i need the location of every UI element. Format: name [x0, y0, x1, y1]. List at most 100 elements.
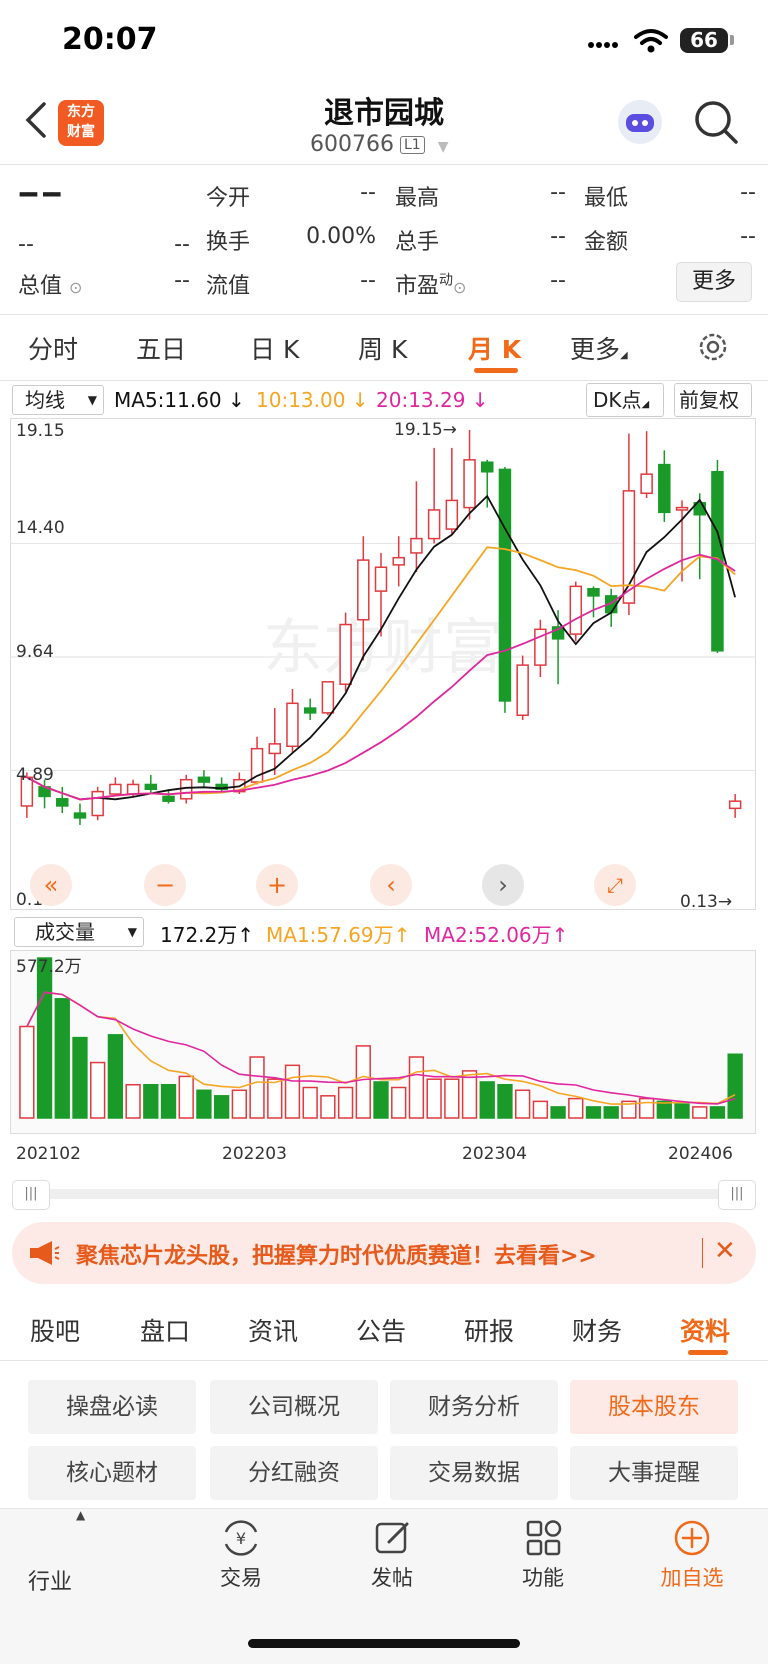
info-icon[interactable]: ⊙ [69, 278, 82, 297]
current-price: -- -- [18, 176, 62, 211]
tab-pankou[interactable]: 盘口 [140, 1312, 190, 1348]
tab-daily-k[interactable]: 日 K [250, 330, 299, 366]
volume-bar [213, 1095, 230, 1119]
label-total-volume: 总手 [395, 230, 440, 255]
tab-five-day[interactable]: 五日 [136, 330, 186, 366]
info-button-financial-analysis[interactable]: 财务分析 [390, 1380, 558, 1434]
label-pe: 市盈动⊙ [395, 272, 467, 299]
indicator-select[interactable]: 均线 ▼ [12, 385, 104, 415]
y-axis-label: 14.40 [16, 518, 65, 538]
candle-body [268, 743, 281, 755]
stock-code-row[interactable]: 600766 L1 ▼ [310, 132, 448, 157]
value-market-cap: -- [174, 268, 190, 293]
toolbar-post[interactable]: 发帖 [342, 1562, 442, 1592]
chevron-right-icon[interactable]: › [482, 864, 524, 906]
rewind-icon[interactable]: « [30, 864, 72, 906]
tab-news[interactable]: 资讯 [248, 1312, 298, 1348]
info-button-company-overview[interactable]: 公司概况 [210, 1380, 378, 1434]
range-slider-right-handle[interactable]: ||| [718, 1180, 756, 1210]
function-grid-icon[interactable] [524, 1518, 564, 1558]
volume-bar [72, 1036, 88, 1119]
candle-body [463, 459, 476, 509]
volume-bar [249, 1056, 265, 1119]
yuan-exchange-icon[interactable]: ¥ [220, 1518, 262, 1558]
candle-body [445, 499, 459, 530]
edit-post-icon[interactable] [373, 1518, 413, 1558]
candle-body [197, 776, 211, 783]
min-price-marker: 0.13→ [680, 892, 733, 912]
volume-bar [284, 1064, 301, 1119]
volume-chart[interactable] [10, 950, 756, 1134]
info-button-trade-data[interactable]: 交易数据 [390, 1446, 558, 1500]
volume-bar [391, 1086, 407, 1119]
volume-indicator-select[interactable]: 成交量 ▼ [14, 917, 144, 947]
max-price-marker: 19.15→ [394, 420, 457, 440]
toolbar-industry[interactable]: 行业 [0, 1564, 100, 1596]
add-watchlist-icon[interactable] [672, 1518, 712, 1558]
value-amount: -- [740, 224, 756, 249]
info-button-shareholders[interactable]: 股本股东 [570, 1380, 738, 1434]
chevron-left-icon[interactable]: ‹ [370, 864, 412, 906]
megaphone-icon [30, 1241, 60, 1265]
volume-bar [497, 1083, 513, 1119]
value-turnover: 0.00% [306, 224, 376, 249]
info-button-dividends[interactable]: 分红融资 [210, 1446, 378, 1500]
tab-finance[interactable]: 财务 [572, 1312, 622, 1348]
corner-triangle-icon: ◢ [620, 350, 628, 361]
x-axis-label: 202406 [668, 1144, 733, 1164]
volume-bar [196, 1089, 212, 1119]
volume-bar [444, 1078, 460, 1119]
stock-code: 600766 [310, 132, 394, 157]
volume-bar [692, 1106, 708, 1119]
candle-body [392, 556, 405, 566]
robot-assistant-icon[interactable] [618, 100, 662, 144]
tab-weekly-k[interactable]: 周 K [358, 330, 407, 366]
info-button-must-read[interactable]: 操盘必读 [28, 1380, 196, 1434]
close-icon[interactable]: ✕ [714, 1236, 736, 1266]
candle-body [658, 463, 671, 514]
tab-more-periods[interactable]: 更多◢ [570, 330, 628, 366]
info-icon[interactable]: ⊙ [453, 278, 466, 297]
tab-guba[interactable]: 股吧 [30, 1312, 80, 1348]
value-float-cap: -- [360, 268, 376, 293]
pe-dynamic-mark: 动 [439, 272, 454, 289]
zoom-out-icon[interactable]: − [144, 864, 186, 906]
candle-body [728, 800, 742, 810]
banner-divider [702, 1238, 703, 1268]
label-turnover: 换手 [206, 230, 251, 255]
kline-chart[interactable]: 东方财富 [10, 418, 756, 910]
candle-body [374, 566, 388, 592]
candle-body [126, 783, 140, 795]
banner-text[interactable]: 聚焦芯片龙头股，把握算力时代优质赛道！去看看>> [76, 1238, 597, 1270]
settings-gear-icon[interactable] [696, 330, 730, 364]
price-change: -- [18, 232, 34, 257]
range-slider-left-handle[interactable]: ||| [12, 1180, 50, 1210]
info-button-events[interactable]: 大事提醒 [570, 1446, 738, 1500]
forward-adjust-button[interactable]: 前复权 [674, 383, 752, 417]
tab-profile[interactable]: 资料 [680, 1312, 730, 1348]
label-market-cap: 总值 ⊙ [18, 274, 83, 299]
y-axis-label: 19.15 [16, 421, 65, 441]
zoom-in-icon[interactable]: + [256, 864, 298, 906]
tab-announcements[interactable]: 公告 [356, 1312, 406, 1348]
range-slider-track[interactable] [40, 1189, 730, 1199]
toolbar-function[interactable]: 功能 [493, 1562, 593, 1592]
tab-intraday[interactable]: 分时 [28, 330, 78, 366]
dk-point-button[interactable]: DK点◢ [586, 383, 664, 417]
volume-bar [337, 1086, 354, 1119]
more-quote-button[interactable]: 更多 [676, 262, 752, 302]
candle-body [56, 798, 69, 807]
info-button-core-themes[interactable]: 核心题材 [28, 1446, 196, 1500]
candle-body [587, 587, 600, 597]
x-axis-label: 202203 [222, 1144, 287, 1164]
tab-monthly-k[interactable]: 月 K [468, 330, 521, 366]
candle-body [675, 506, 689, 511]
search-icon[interactable] [692, 98, 740, 146]
candle-body [357, 559, 370, 621]
fullscreen-icon[interactable]: ⤢ [594, 864, 636, 906]
label-open: 今开 [206, 186, 251, 211]
volume-bar [143, 1083, 159, 1119]
tab-research[interactable]: 研报 [464, 1312, 514, 1348]
toolbar-add-watchlist[interactable]: 加自选 [642, 1562, 742, 1592]
toolbar-trade[interactable]: 交易 [191, 1562, 291, 1592]
